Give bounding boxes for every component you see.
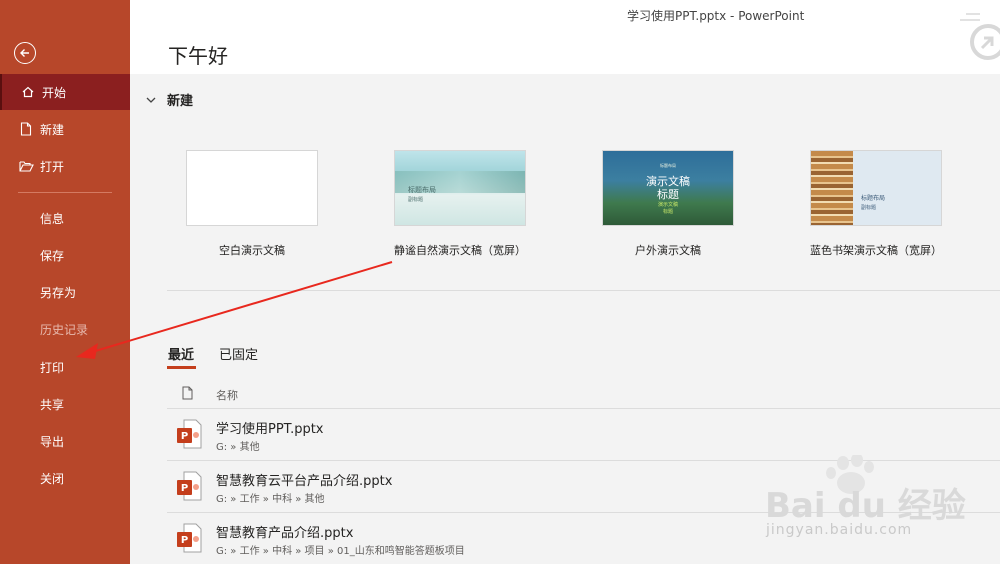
greeting-heading: 下午好	[168, 44, 228, 68]
template-outdoor[interactable]: 标题布局 演示文稿 标题 演示文稿 标题 户外演示文稿	[602, 150, 734, 257]
template-thumbnail: 标题布局 演示文稿 标题 演示文稿 标题	[602, 150, 734, 226]
watermark-url: jingyan.baidu.com	[766, 522, 913, 538]
thumb-subtitle-line2: 标题	[662, 209, 673, 215]
backstage-sidebar: 开始 新建 打开 信息 保存 另存为 历史记录 打印 共享 导出 关闭	[0, 0, 130, 564]
template-name: 静谧自然演示文稿（宽屏）	[394, 244, 526, 257]
thumb-subtitle: 副标题	[408, 197, 424, 203]
sidebar-item-open[interactable]: 打开	[0, 148, 130, 184]
template-blank[interactable]: 空白演示文稿	[186, 150, 318, 257]
sidebar-item-share[interactable]: 共享	[0, 386, 130, 422]
powerpoint-file-icon: P	[177, 471, 202, 501]
powerpoint-file-icon: P	[177, 419, 202, 449]
window-title: 学习使用PPT.pptx - PowerPoint	[627, 9, 805, 23]
sidebar-item-close[interactable]: 关闭	[0, 460, 130, 496]
back-arrow-icon[interactable]	[14, 42, 36, 64]
sidebar-item-label: 历史记录	[40, 322, 89, 337]
sidebar-item-info[interactable]: 信息	[0, 200, 130, 236]
sidebar-item-export[interactable]: 导出	[0, 423, 130, 459]
file-list-header: 名称	[167, 382, 1000, 409]
sidebar-item-label: 打印	[40, 360, 65, 375]
file-icon	[182, 386, 193, 400]
file-name: 智慧教育产品介绍.pptx	[216, 526, 354, 541]
sidebar-item-print[interactable]: 打印	[0, 349, 130, 385]
sidebar-item-history: 历史记录	[0, 311, 130, 347]
new-file-icon	[18, 121, 34, 137]
thumb-subtitle: 副标题	[861, 205, 877, 211]
template-thumbnail: 标题布局 副标题	[394, 150, 526, 226]
powerpoint-file-icon: P	[177, 523, 202, 553]
sidebar-item-label: 导出	[40, 434, 65, 449]
file-name: 智慧教育云平台产品介绍.pptx	[216, 474, 393, 489]
active-tab-indicator	[167, 366, 196, 369]
sidebar-item-label: 新建	[40, 122, 65, 137]
sidebar-item-home[interactable]: 开始	[0, 74, 130, 110]
watermark-brand: Bai du 经验	[765, 486, 966, 526]
thumb-title: 标题布局	[861, 195, 886, 202]
svg-text:P: P	[181, 431, 188, 442]
thumb-title-line2: 标题	[657, 188, 679, 201]
sidebar-item-save-as[interactable]: 另存为	[0, 274, 130, 310]
sidebar-item-new[interactable]: 新建	[0, 111, 130, 147]
tab-recent[interactable]: 最近	[168, 344, 194, 363]
sidebar-item-label: 开始	[42, 85, 67, 100]
section-divider	[167, 290, 1000, 291]
file-path: G: » 工作 » 中科 » 项目 » 01_山东和鸣智能答题板项目	[216, 546, 465, 557]
sidebar-item-label: 打开	[40, 159, 65, 174]
template-blue-bookshelf[interactable]: 标题布局 副标题 蓝色书架演示文稿（宽屏）	[810, 150, 942, 257]
svg-text:P: P	[181, 483, 188, 494]
chevron-down-icon	[146, 97, 156, 103]
watermark-logo-icon	[960, 13, 1000, 60]
new-section-toggle[interactable]: 新建	[145, 90, 193, 109]
template-name: 空白演示文稿	[219, 244, 285, 257]
sidebar-item-label: 信息	[40, 211, 65, 226]
thumb-subtitle: 演示文稿	[657, 202, 678, 208]
thumb-tag: 标题布局	[660, 163, 676, 168]
header-bar	[130, 0, 1000, 74]
template-thumbnail: 标题布局 副标题	[810, 150, 942, 226]
thumb-title: 标题布局	[408, 186, 436, 194]
sidebar-item-label: 关闭	[40, 471, 65, 486]
sidebar-item-label: 共享	[40, 397, 65, 412]
template-name: 户外演示文稿	[635, 244, 701, 257]
template-thumbnail	[186, 150, 318, 226]
home-icon	[20, 84, 36, 100]
template-serene-nature[interactable]: 标题布局 副标题 静谧自然演示文稿（宽屏）	[394, 150, 526, 257]
sidebar-divider	[18, 192, 112, 193]
tab-pinned[interactable]: 已固定	[219, 344, 258, 363]
folder-open-icon	[18, 158, 34, 174]
sidebar-item-save[interactable]: 保存	[0, 237, 130, 273]
sidebar-item-label: 另存为	[40, 285, 77, 300]
file-path: G: » 工作 » 中科 » 其他	[216, 494, 325, 505]
svg-text:P: P	[181, 535, 188, 546]
new-section-title: 新建	[167, 94, 194, 109]
file-row[interactable]: P 学习使用PPT.pptx G: » 其他	[167, 409, 1000, 461]
column-name-header[interactable]: 名称	[216, 387, 238, 403]
sidebar-item-label: 保存	[40, 248, 65, 263]
file-path: G: » 其他	[216, 442, 260, 453]
template-name: 蓝色书架演示文稿（宽屏）	[810, 244, 942, 257]
file-name: 学习使用PPT.pptx	[216, 422, 324, 437]
